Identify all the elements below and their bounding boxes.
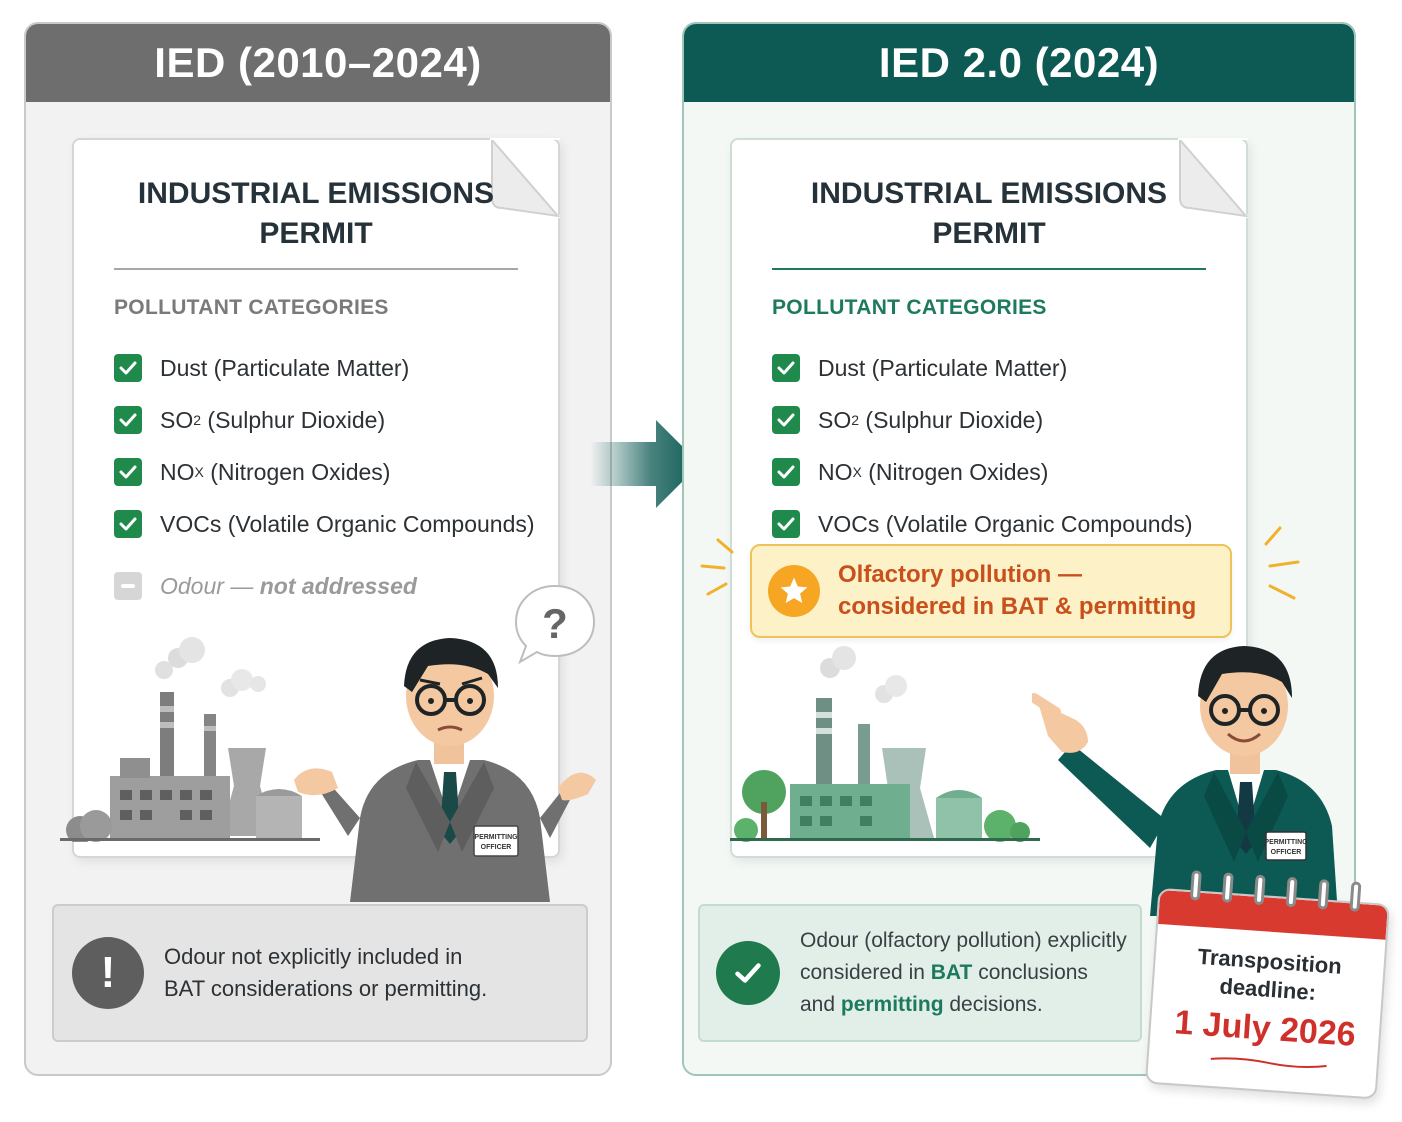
divider <box>114 268 518 270</box>
dash-icon <box>114 572 142 600</box>
check-icon <box>772 458 800 486</box>
star-icon <box>768 565 820 617</box>
improvement-note-text: Odour (olfactory pollution) explicitly c… <box>800 929 1127 1016</box>
improvement-note: Odour (olfactory pollution) explicitly c… <box>698 904 1142 1042</box>
pollutant-list: Dust (Particulate Matter) SO 2 (Sulphur D… <box>114 342 548 612</box>
limitation-note: ! Odour not explicitly included in BAT c… <box>52 904 588 1042</box>
permitting-officer-puzzled: PERMITTING OFFICER <box>294 638 596 902</box>
limitation-note-text: Odour not explicitly included in BAT con… <box>164 944 488 1001</box>
svg-text:OFFICER: OFFICER <box>481 844 512 851</box>
list-item: VOCs (Volatile Organic Compounds) <box>114 498 548 550</box>
deadline-calendar: Transposition deadline: 1 July 2026 <box>1144 887 1391 1100</box>
list-item: Dust (Particulate Matter) <box>772 342 1236 394</box>
factory-illustration-green <box>730 646 1040 842</box>
attention-rays-right <box>1264 526 1300 600</box>
panel-header-new: IED 2.0 (2024) <box>684 24 1354 102</box>
check-icon <box>772 354 800 382</box>
check-icon <box>114 510 142 538</box>
list-item: NO X (Nitrogen Oxides) <box>772 446 1236 498</box>
permit-title: INDUSTRIAL EMISSIONS PERMIT <box>810 177 1168 250</box>
svg-text:PERMITTING: PERMITTING <box>474 834 518 841</box>
underline-scribble <box>1210 1057 1327 1068</box>
check-icon <box>114 406 142 434</box>
check-icon <box>772 406 800 434</box>
permit-title: INDUSTRIAL EMISSIONS PERMIT <box>137 177 495 250</box>
check-icon <box>772 510 800 538</box>
pollutant-list: Dust (Particulate Matter) SO 2 (Sulphur D… <box>772 342 1236 550</box>
list-item: VOCs (Volatile Organic Compounds) <box>772 498 1236 550</box>
check-icon <box>114 354 142 382</box>
deadline-date: 1 July 2026 <box>1173 1003 1357 1054</box>
calendar-icon: Transposition deadline: 1 July 2026 <box>1144 868 1400 1104</box>
check-icon <box>114 458 142 486</box>
exclamation-icon: ! <box>72 937 144 1009</box>
highlight-text: Olfactory pollution — considered in BAT … <box>838 561 1197 620</box>
panel-header-old: IED (2010–2024) <box>26 24 610 102</box>
svg-text:PERMITTING: PERMITTING <box>1264 839 1308 846</box>
divider <box>772 268 1206 270</box>
list-item: Dust (Particulate Matter) <box>114 342 548 394</box>
factory-illustration-gray <box>60 637 320 842</box>
deadline-label: Transposition deadline: <box>1196 943 1343 1006</box>
list-item: NO X (Nitrogen Oxides) <box>114 446 548 498</box>
categories-heading: POLLUTANT CATEGORIES <box>114 296 389 319</box>
svg-text:OFFICER: OFFICER <box>1271 849 1302 856</box>
list-item: SO 2 (Sulphur Dioxide) <box>114 394 548 446</box>
odour-item-disabled: Odour — not addressed <box>114 560 548 612</box>
check-circle-icon <box>716 941 780 1005</box>
categories-heading: POLLUTANT CATEGORIES <box>772 296 1047 319</box>
list-item: SO 2 (Sulphur Dioxide) <box>772 394 1236 446</box>
attention-rays-left <box>700 538 734 596</box>
ied-old-panel: IED (2010–2024) INDUSTRIAL EMISSIONS PER… <box>24 22 612 1076</box>
